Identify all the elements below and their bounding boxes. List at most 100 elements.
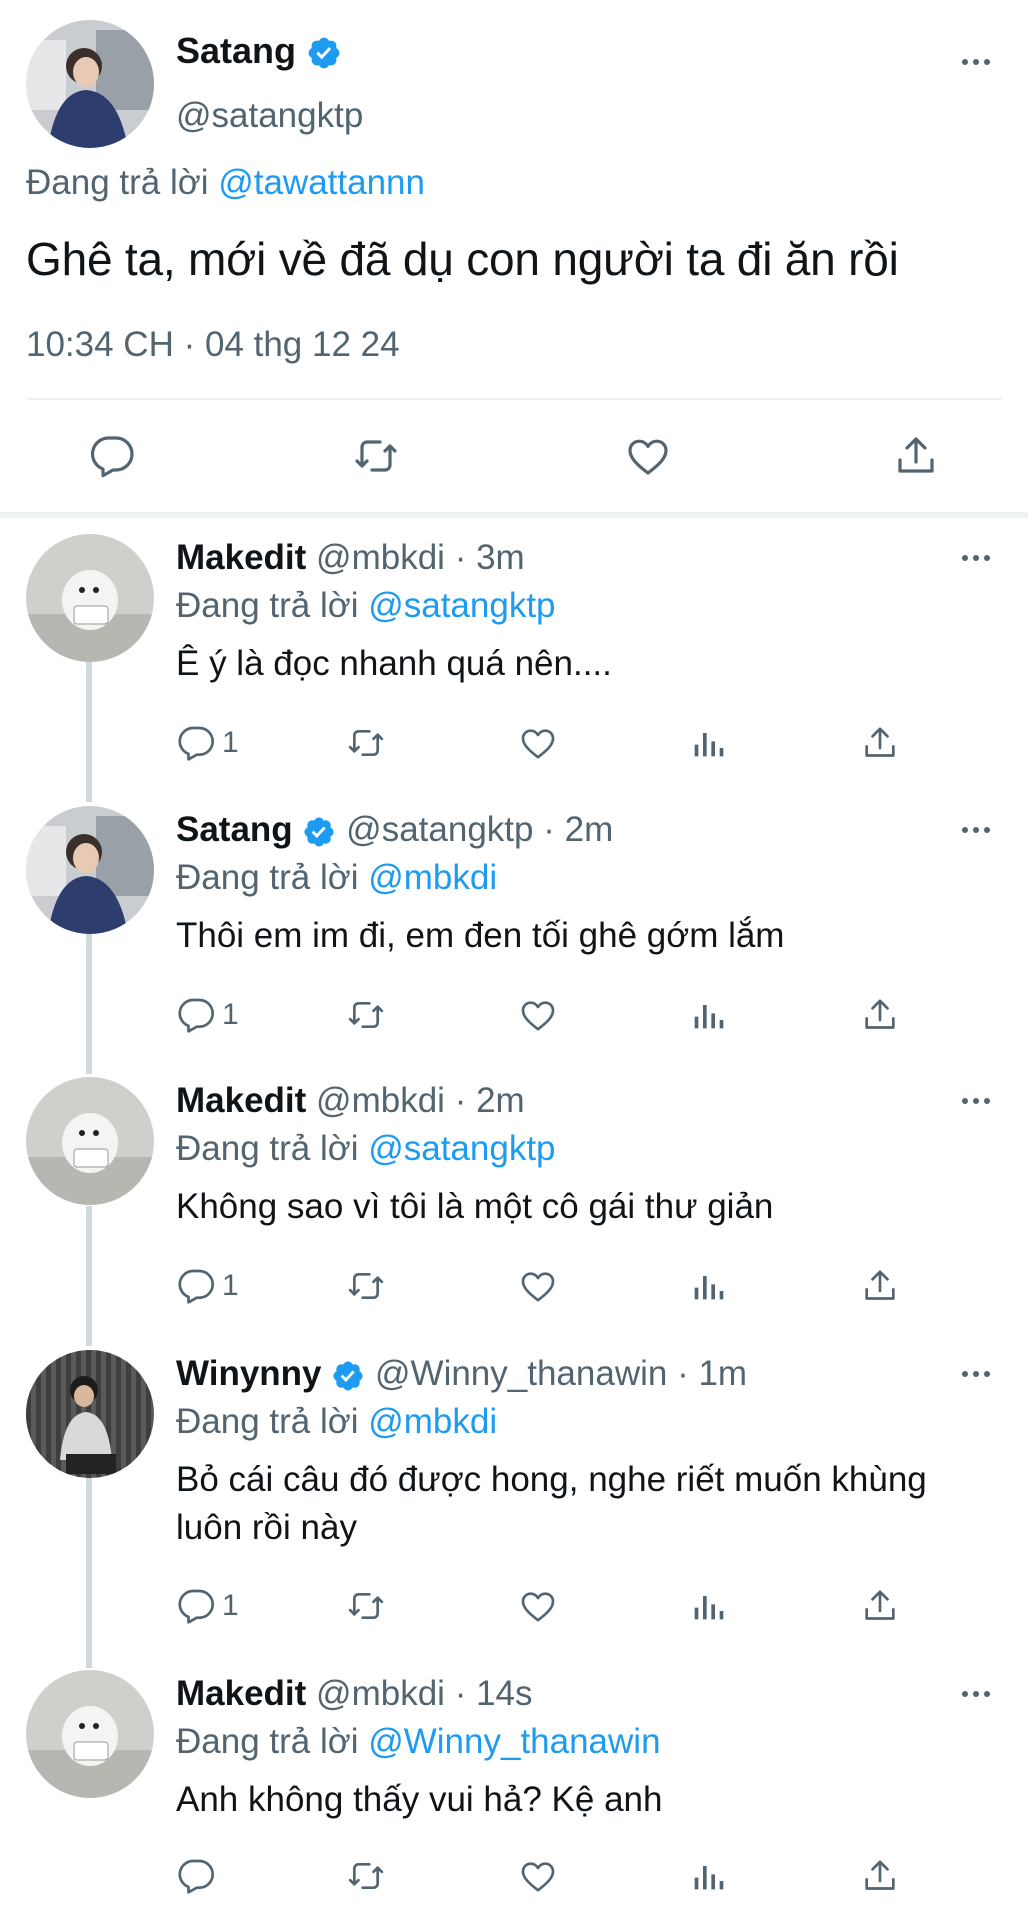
like-button[interactable] [518,995,558,1035]
share-button[interactable] [860,1266,900,1306]
avatar[interactable] [26,20,154,148]
reply-button[interactable]: 1 [176,1266,239,1306]
share-button[interactable] [860,995,900,1035]
replying-to-label: Đang trả lời [176,858,359,897]
replying-to: Đang trả lời @tawattannn [26,163,425,203]
retweet-button[interactable] [352,432,400,480]
author-name[interactable]: Makedit [176,1081,306,1120]
author-name[interactable]: Satang [176,30,342,72]
divider [26,398,1002,400]
more-options-icon[interactable] [958,1091,994,1111]
like-button[interactable] [518,1586,558,1626]
like-button[interactable] [518,1266,558,1306]
share-button[interactable] [860,1856,900,1896]
replying-to-link[interactable]: @satangktp [368,1129,555,1168]
reply-icon [178,1589,214,1624]
replying-to: Đang trả lời @satangktp [176,1129,556,1169]
reply-count: 1 [222,726,239,759]
reply-icon [178,1269,214,1304]
retweet-button[interactable] [346,1586,386,1626]
more-options-icon[interactable] [958,548,994,568]
reply-action-bar [176,1856,916,1896]
avatar[interactable] [26,1350,154,1478]
author-name[interactable]: Makedit [176,538,306,577]
retweet-button[interactable] [346,1266,386,1306]
avatar[interactable] [26,534,154,662]
reply-button[interactable] [176,1856,222,1896]
views-button[interactable] [688,995,728,1035]
author-name[interactable]: Satang [176,810,293,849]
reply-header: Winynny @Winny_thanawin · 1m [176,1354,747,1394]
avatar[interactable] [26,1670,154,1798]
reply-time: · 2m [454,1081,525,1120]
reply-time: · 14s [454,1674,533,1713]
reply-tweet[interactable]: Makedit @mbkdi · 2m Đang trả lời @satang… [0,1063,1028,1333]
avatar[interactable] [26,1077,154,1205]
views-button[interactable] [688,1856,728,1896]
analytics-icon [694,1005,724,1029]
analytics-icon [694,1596,724,1620]
reply-tweet[interactable]: Makedit @mbkdi · 14s Đang trả lời @Winny… [0,1656,1028,1920]
retweet-button[interactable] [346,995,386,1035]
reply-action-bar: 1 [176,723,916,763]
replying-to-link[interactable]: @mbkdi [368,1402,497,1441]
reply-count: 1 [222,1269,239,1302]
like-icon [628,439,668,475]
reply-text: Bỏ cái câu đó được hong, nghe riết muốn … [176,1460,927,1547]
reply-tweet[interactable]: Winynny @Winny_thanawin · 1m Đang trả lờ… [0,1336,1028,1656]
replying-to: Đang trả lời @satangktp [176,586,556,626]
reply-button[interactable]: 1 [176,1586,239,1626]
like-button[interactable] [624,432,672,480]
author-handle[interactable]: @Winny_thanawin [375,1354,667,1393]
like-icon [521,729,555,759]
share-icon [865,1270,895,1300]
tweet-timestamp[interactable]: 10:34 CH · 04 thg 12 24 [26,325,400,365]
replying-to-link[interactable]: @tawattannn [218,163,425,202]
retweet-icon [348,1593,384,1619]
author-handle[interactable]: @mbkdi [316,1674,445,1713]
share-icon [898,437,934,473]
author-handle[interactable]: @mbkdi [316,1081,445,1120]
avatar[interactable] [26,806,154,934]
reply-button[interactable]: 1 [176,723,239,763]
author-name[interactable]: Makedit [176,1674,306,1713]
like-button[interactable] [518,1856,558,1896]
like-icon [521,1272,555,1302]
share-icon [865,999,895,1029]
replying-to-link[interactable]: @mbkdi [368,858,497,897]
views-button[interactable] [688,1266,728,1306]
reply-header: Makedit @mbkdi · 14s [176,1674,533,1714]
reply-tweet[interactable]: Satang @satangktp · 2m Đang trả lời @mbk… [0,792,1028,1062]
author-name[interactable]: Winynny [176,1354,322,1393]
reply-time: · 3m [454,538,525,577]
analytics-icon [694,1866,724,1890]
share-button[interactable] [860,1586,900,1626]
reply-header: Satang @satangktp · 2m [176,810,613,850]
share-button[interactable] [892,432,940,480]
author-handle[interactable]: @satangktp [176,96,363,136]
more-options-icon[interactable] [958,820,994,840]
views-button[interactable] [688,723,728,763]
reply-icon [178,726,214,761]
share-button[interactable] [860,723,900,763]
like-button[interactable] [518,723,558,763]
retweet-button[interactable] [346,723,386,763]
views-button[interactable] [688,1586,728,1626]
retweet-button[interactable] [346,1856,386,1896]
reply-button[interactable] [88,432,136,480]
reply-tweet[interactable]: Makedit @mbkdi · 3m Đang trả lời @satang… [0,520,1028,790]
share-icon [865,1590,895,1620]
author-handle[interactable]: @satangktp [346,810,533,849]
replying-to-link[interactable]: @satangktp [368,586,555,625]
reply-time: · 2m [543,810,614,849]
author-handle[interactable]: @mbkdi [316,538,445,577]
more-options-icon[interactable] [958,52,994,72]
more-options-icon[interactable] [958,1364,994,1384]
verified-badge-icon [333,1361,363,1391]
verified-badge-icon [308,38,340,69]
share-icon [865,727,895,757]
replying-to-link[interactable]: @Winny_thanawin [368,1722,660,1761]
like-icon [521,1001,555,1031]
reply-button[interactable]: 1 [176,995,239,1035]
more-options-icon[interactable] [958,1684,994,1704]
